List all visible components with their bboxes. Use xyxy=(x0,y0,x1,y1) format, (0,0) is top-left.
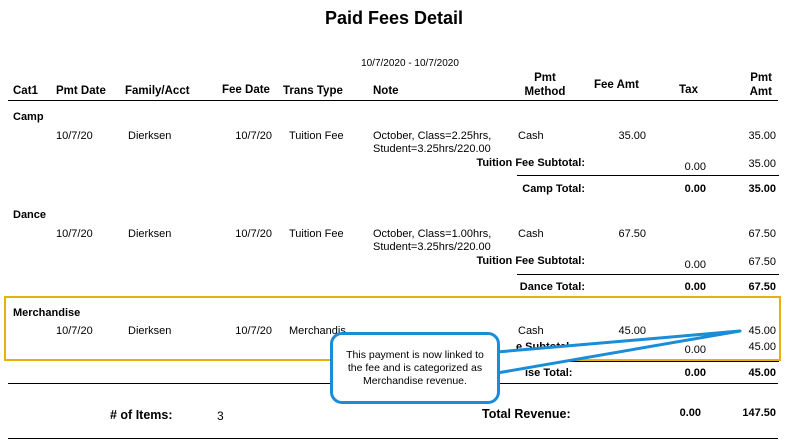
callout-bubble: This payment is now linked to the fee an… xyxy=(330,332,500,404)
callout-text: This payment is now linked to the fee an… xyxy=(346,348,484,387)
